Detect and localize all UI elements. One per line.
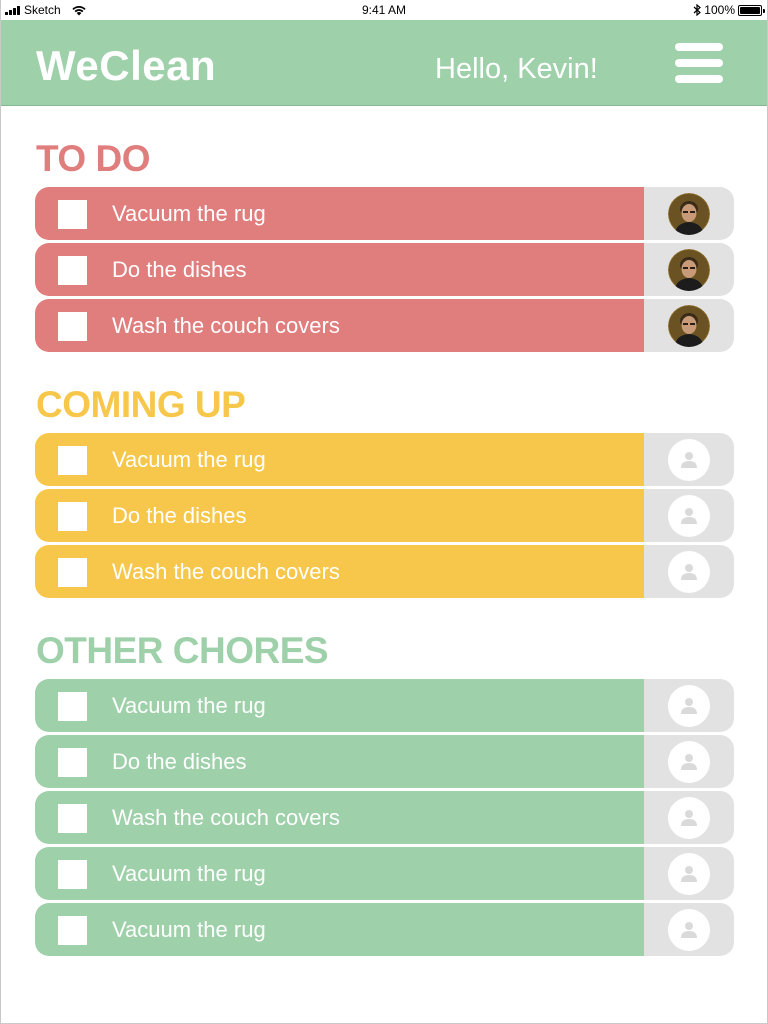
hamburger-menu-icon[interactable]	[675, 43, 723, 83]
task-body[interactable]: Vacuum the rug	[35, 433, 644, 486]
task-assignee[interactable]	[644, 489, 734, 542]
task-label: Do the dishes	[112, 503, 247, 528]
battery-icon	[738, 4, 765, 16]
unassigned-user-icon[interactable]	[668, 550, 710, 593]
status-bar: Sketch 9:41 AM 100%	[0, 0, 768, 20]
unassigned-user-icon[interactable]	[668, 684, 710, 727]
task-checkbox[interactable]	[58, 692, 87, 721]
task-checkbox[interactable]	[58, 916, 87, 945]
task-checkbox[interactable]	[58, 860, 87, 889]
task-assignee[interactable]	[644, 847, 734, 900]
task-body[interactable]: Vacuum the rug	[35, 903, 644, 956]
section-title-todo: TO DO	[36, 138, 151, 179]
task-assignee[interactable]	[644, 545, 734, 598]
task-assignee[interactable]	[644, 903, 734, 956]
task-label: Wash the couch covers	[112, 313, 340, 338]
task-assignee[interactable]	[644, 433, 734, 486]
task-body[interactable]: Vacuum the rug	[35, 187, 644, 240]
task-row[interactable]: Wash the couch covers	[35, 791, 734, 844]
task-label: Vacuum the rug	[112, 861, 266, 886]
task-row[interactable]: Vacuum the rug	[35, 679, 734, 732]
task-row[interactable]: Wash the couch covers	[35, 545, 734, 598]
task-body[interactable]: Wash the couch covers	[35, 545, 644, 598]
task-checkbox[interactable]	[58, 312, 87, 341]
task-assignee[interactable]	[644, 299, 734, 352]
task-checkbox[interactable]	[58, 502, 87, 531]
task-label: Do the dishes	[112, 749, 247, 774]
task-checkbox[interactable]	[58, 256, 87, 285]
task-label: Vacuum the rug	[112, 447, 266, 472]
task-list-todo: Vacuum the rug Do the dishes Wash the couc…	[35, 187, 734, 355]
unassigned-user-icon[interactable]	[668, 852, 710, 895]
task-body[interactable]: Do the dishes	[35, 489, 644, 542]
greeting: Hello, Kevin!	[435, 53, 598, 85]
app-header: WeClean Hello, Kevin!	[0, 20, 768, 106]
status-right: 100%	[693, 3, 765, 17]
section-title-other-chores: OTHER CHORES	[36, 630, 329, 671]
user-avatar[interactable]	[668, 248, 710, 291]
task-assignee[interactable]	[644, 187, 734, 240]
user-avatar[interactable]	[668, 304, 710, 347]
task-checkbox[interactable]	[58, 558, 87, 587]
status-time: 9:41 AM	[361, 3, 407, 17]
task-body[interactable]: Do the dishes	[35, 735, 644, 788]
unassigned-user-icon[interactable]	[668, 908, 710, 951]
task-label: Wash the couch covers	[112, 559, 340, 584]
task-body[interactable]: Wash the couch covers	[35, 791, 644, 844]
app-title: WeClean	[36, 42, 217, 89]
task-label: Wash the couch covers	[112, 805, 340, 830]
task-checkbox[interactable]	[58, 748, 87, 777]
task-row[interactable]: Vacuum the rug	[35, 847, 734, 900]
task-list-coming-up: Vacuum the rug Do the dishes Wash the couc…	[35, 433, 734, 601]
unassigned-user-icon[interactable]	[668, 494, 710, 537]
unassigned-user-icon[interactable]	[668, 796, 710, 839]
task-assignee[interactable]	[644, 243, 734, 296]
task-row[interactable]: Wash the couch covers	[35, 299, 734, 352]
task-assignee[interactable]	[644, 679, 734, 732]
unassigned-user-icon[interactable]	[668, 740, 710, 783]
task-row[interactable]: Vacuum the rug	[35, 903, 734, 956]
task-assignee[interactable]	[644, 735, 734, 788]
task-row[interactable]: Do the dishes	[35, 243, 734, 296]
bluetooth-icon	[693, 4, 702, 16]
task-body[interactable]: Vacuum the rug	[35, 847, 644, 900]
task-body[interactable]: Do the dishes	[35, 243, 644, 296]
battery-percent: 100%	[704, 3, 735, 17]
task-row[interactable]: Do the dishes	[35, 735, 734, 788]
task-row[interactable]: Do the dishes	[35, 489, 734, 542]
task-checkbox[interactable]	[58, 200, 87, 229]
task-label: Do the dishes	[112, 257, 247, 282]
task-body[interactable]: Vacuum the rug	[35, 679, 644, 732]
task-body[interactable]: Wash the couch covers	[35, 299, 644, 352]
task-label: Vacuum the rug	[112, 201, 266, 226]
unassigned-user-icon[interactable]	[668, 438, 710, 481]
task-row[interactable]: Vacuum the rug	[35, 187, 734, 240]
task-checkbox[interactable]	[58, 804, 87, 833]
section-title-coming-up: COMING UP	[36, 384, 246, 425]
user-avatar[interactable]	[668, 192, 710, 235]
task-list-other-chores: Vacuum the rug Do the dishes Wash the couc…	[35, 679, 734, 959]
task-label: Vacuum the rug	[112, 693, 266, 718]
task-row[interactable]: Vacuum the rug	[35, 433, 734, 486]
task-checkbox[interactable]	[58, 446, 87, 475]
task-label: Vacuum the rug	[112, 917, 266, 942]
task-assignee[interactable]	[644, 791, 734, 844]
